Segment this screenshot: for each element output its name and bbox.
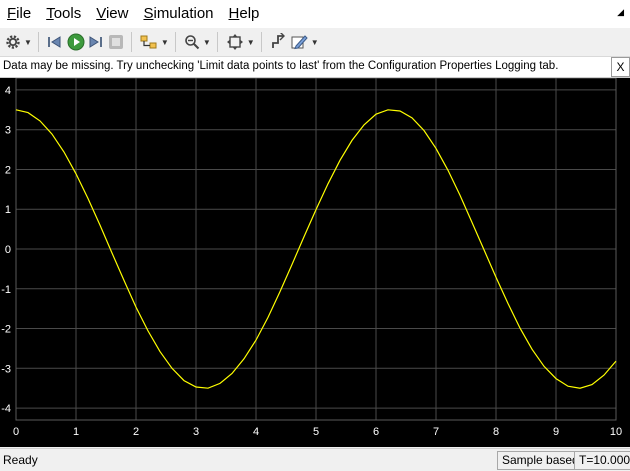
settings-icon[interactable] <box>5 31 21 53</box>
fit-view-dropdown-icon[interactable]: ▼ <box>247 38 255 47</box>
menu-tools-mnemonic: T <box>46 5 54 22</box>
toolbar-separator <box>174 32 176 52</box>
menu-view-mnemonic: V <box>96 5 106 22</box>
style-dropdown-icon[interactable]: ▼ <box>311 38 319 47</box>
y-tick-label: -1 <box>1 284 11 296</box>
menu-bar: File Tools View Simulation Help ◢ <box>0 0 630 28</box>
menu-simulation-rest: imulation <box>153 5 214 22</box>
toolbar: ▼ ▼ ▼ ▼ ▼ <box>0 28 630 57</box>
x-tick-label: 2 <box>133 426 139 438</box>
status-time: T=10.000 <box>574 451 630 470</box>
y-tick-label: -4 <box>1 403 11 415</box>
x-tick-label: 7 <box>433 426 439 438</box>
y-tick-label: 3 <box>5 125 11 137</box>
status-bar: Ready Sample based T=10.000 <box>0 448 630 471</box>
menubar-dock-arrow-icon[interactable]: ◢ <box>617 7 624 18</box>
y-tick-label: 2 <box>5 164 11 176</box>
close-info-button[interactable]: X <box>611 57 630 77</box>
menu-file-mnemonic: F <box>7 5 17 22</box>
y-tick-label: 4 <box>5 85 11 97</box>
menu-view-rest: iew <box>105 5 129 22</box>
chart-svg: 0 1 2 3 4 5 6 7 8 9 1043210-1-2-3-4 <box>1 77 622 438</box>
stop-icon[interactable] <box>107 31 125 53</box>
menu-simulation[interactable]: Simulation <box>136 0 221 28</box>
y-tick-label: -3 <box>1 363 11 375</box>
menu-tools-rest: ools <box>53 5 82 22</box>
menu-tools[interactable]: Tools <box>39 0 89 28</box>
x-tick-label: 4 <box>253 426 259 438</box>
toolbar-separator <box>260 32 262 52</box>
menu-view[interactable]: View <box>89 0 136 28</box>
menu-simulation-mnemonic: S <box>143 5 154 22</box>
x-tick-label: 3 <box>193 426 199 438</box>
run-icon[interactable] <box>67 31 85 53</box>
x-tick-label: 5 <box>313 426 319 438</box>
signal-select-icon[interactable] <box>140 31 158 53</box>
menu-help-mnemonic: H <box>228 5 240 22</box>
menu-file-rest: ile <box>16 5 32 22</box>
status-mode: Sample based <box>497 451 584 470</box>
x-tick-label: 9 <box>553 426 559 438</box>
x-tick-label: 6 <box>373 426 379 438</box>
style-icon[interactable] <box>290 31 308 53</box>
signal-select-dropdown-icon[interactable]: ▼ <box>161 38 169 47</box>
x-tick-label: 1 <box>73 426 79 438</box>
zoom-dropdown-icon[interactable]: ▼ <box>203 38 211 47</box>
menu-file[interactable]: File <box>0 0 39 28</box>
info-message: Data may be missing. Try unchecking 'Lim… <box>3 60 559 72</box>
triggers-icon[interactable] <box>270 31 288 53</box>
step-back-icon[interactable] <box>47 31 65 53</box>
toolbar-separator <box>130 32 132 52</box>
x-tick-label: 0 <box>13 426 19 438</box>
x-tick-label: 8 <box>493 426 499 438</box>
info-bar: Data may be missing. Try unchecking 'Lim… <box>0 57 630 78</box>
status-state: Ready <box>3 453 38 467</box>
settings-dropdown-icon[interactable]: ▼ <box>24 38 32 47</box>
y-tick-label: -2 <box>1 324 11 336</box>
menu-help[interactable]: Help <box>222 0 268 28</box>
x-tick-label: 10 <box>610 426 622 438</box>
menu-help-rest: elp <box>239 5 260 22</box>
plot-area[interactable]: 0 1 2 3 4 5 6 7 8 9 10 4 3 2 1 0 -1 -2 -3 -4 <box>0 77 630 447</box>
y-tick-label: 0 <box>5 244 11 256</box>
toolbar-separator <box>37 32 39 52</box>
step-forward-icon[interactable] <box>87 31 105 53</box>
fit-view-icon[interactable] <box>226 31 244 53</box>
toolbar-separator <box>216 32 218 52</box>
y-tick-label: 1 <box>5 204 11 216</box>
zoom-icon[interactable] <box>184 31 200 53</box>
